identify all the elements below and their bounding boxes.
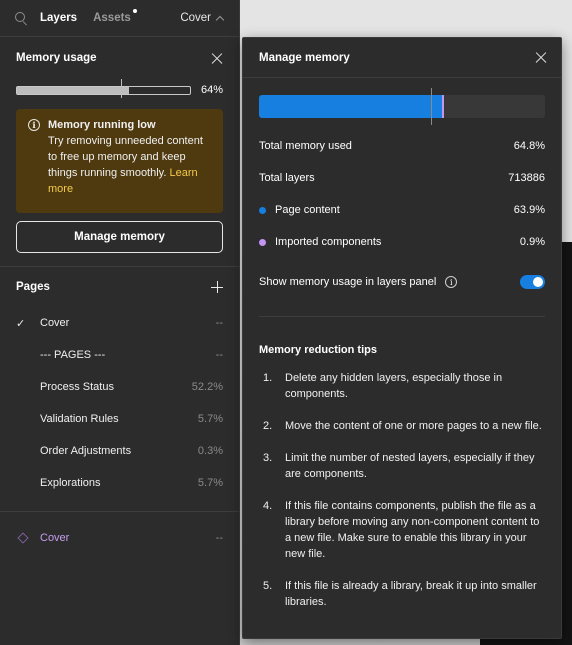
page-switcher[interactable]: Cover [180, 12, 225, 25]
tab-assets-label: Assets [93, 12, 131, 24]
stat-label: Page content [275, 204, 340, 216]
layer-memory-value: -- [215, 532, 223, 544]
page-name: Cover [40, 317, 70, 329]
page-item[interactable]: Process Status 52.2% [0, 371, 239, 403]
layer-item[interactable]: Cover -- [0, 522, 239, 554]
memory-breakdown-bar [259, 95, 545, 118]
page-item[interactable]: --- PAGES --- -- [0, 339, 239, 371]
manage-memory-dialog: Manage memory Total memory used 64.8% Tot… [242, 37, 562, 639]
current-page-label: Cover [180, 12, 211, 24]
layer-name: Cover [40, 532, 70, 544]
dialog-title: Manage memory [259, 51, 350, 64]
tip-item: 2. Move the content of one or more pages … [263, 420, 542, 432]
page-name: Order Adjustments [40, 445, 132, 457]
info-icon[interactable]: i [445, 276, 458, 288]
memory-usage-title: Memory usage [16, 52, 97, 64]
tip-text: If this file contains components, publis… [285, 500, 540, 560]
info-icon: i [28, 119, 40, 131]
stat-label: Total layers [259, 172, 315, 184]
tips-title: Memory reduction tips [259, 344, 377, 356]
stat-imported-components: Imported components 0.9% [259, 226, 545, 258]
stat-value: 64.8% [513, 140, 545, 152]
page-content-segment [259, 95, 442, 118]
checkmark-icon: ✓ [16, 317, 26, 330]
page-item[interactable]: Validation Rules 5.7% [0, 403, 239, 435]
manage-memory-button[interactable]: Manage memory [16, 221, 223, 253]
sidebar-topbar: Layers Assets Cover [0, 0, 239, 37]
frame-diamond-icon [17, 532, 29, 544]
close-dialog-icon[interactable] [535, 52, 547, 64]
memory-usage-percent: 64% [200, 84, 223, 96]
search-icon[interactable] [14, 11, 28, 25]
stat-label: Total memory used [259, 140, 352, 152]
page-memory-value: 5.7% [197, 413, 223, 425]
tip-item: 5. If this file is already a library, bre… [259, 578, 545, 610]
page-item[interactable]: Order Adjustments 0.3% [0, 435, 239, 467]
stat-total-memory: Total memory used 64.8% [259, 130, 545, 162]
page-name: Process Status [40, 381, 114, 393]
show-memory-usage-setting: Show memory usage in layers panel i [259, 266, 545, 298]
page-memory-value: 0.3% [197, 445, 223, 457]
stat-value: 63.9% [513, 204, 545, 216]
divider [259, 316, 545, 317]
memory-warning-banner: i Memory running low Try removing unneed… [16, 109, 223, 213]
page-name: Explorations [40, 477, 101, 489]
tip-item: 3. Limit the number of nested layers, esp… [259, 450, 545, 482]
page-name: Validation Rules [40, 413, 119, 425]
page-memory-value: 52.2% [191, 381, 223, 393]
imported-components-segment [441, 95, 445, 118]
page-name: --- PAGES --- [40, 349, 106, 361]
memory-threshold-tick [120, 78, 122, 98]
tip-text: Move the content of one or more pages to… [285, 420, 542, 432]
page-memory-value: -- [215, 349, 223, 361]
warning-title: Memory running low [48, 119, 156, 131]
stat-total-layers: Total layers 713886 [259, 162, 545, 194]
toggle-label: Show memory usage in layers panel [259, 276, 437, 288]
page-memory-value: 5.7% [197, 477, 223, 489]
chevron-up-icon [215, 15, 225, 25]
purple-legend-dot-icon [259, 238, 266, 246]
close-icon[interactable] [211, 52, 223, 64]
memory-threshold-tick [430, 88, 432, 125]
tab-layers[interactable]: Layers [40, 12, 77, 24]
tip-item: 1. Delete any hidden layers, especially t… [259, 370, 545, 402]
stat-value: 713886 [508, 172, 545, 184]
pages-title: Pages [16, 281, 50, 293]
stat-page-content: Page content 63.9% [259, 194, 545, 226]
tip-text: If this file is already a library, break… [285, 580, 537, 608]
stat-value: 0.9% [519, 236, 545, 248]
page-list: ✓ Cover -- --- PAGES --- -- Process Status 5… [0, 307, 239, 499]
tip-text: Limit the number of nested layers, espec… [285, 452, 535, 480]
memory-usage-fill [17, 86, 130, 94]
memory-stats: Total memory used 64.8% Total layers 71388… [243, 130, 561, 298]
notification-dot [132, 9, 137, 13]
layers-sidebar: Layers Assets Cover Memory usage 64% i M… [0, 0, 240, 645]
tips-list: 1. Delete any hidden layers, especially t… [259, 370, 545, 610]
stat-label: Imported components [275, 236, 382, 248]
tip-item: 4. If this file contains components, publ… [259, 498, 545, 562]
memory-usage-bar [16, 78, 191, 98]
tip-text: Delete any hidden layers, especially tho… [285, 372, 503, 400]
show-memory-usage-toggle[interactable] [520, 275, 545, 289]
pages-section: Pages ✓ Cover -- --- PAGES --- -- Process S… [0, 267, 239, 512]
memory-usage-section: Memory usage 64% i Memory running low Tr… [0, 37, 239, 267]
blue-legend-dot-icon [259, 206, 266, 214]
page-item[interactable]: ✓ Cover -- [0, 307, 239, 339]
add-page-icon[interactable] [211, 281, 223, 293]
page-memory-value: -- [215, 317, 223, 329]
page-item[interactable]: Explorations 5.7% [0, 467, 239, 499]
tab-assets[interactable]: Assets [93, 9, 137, 24]
